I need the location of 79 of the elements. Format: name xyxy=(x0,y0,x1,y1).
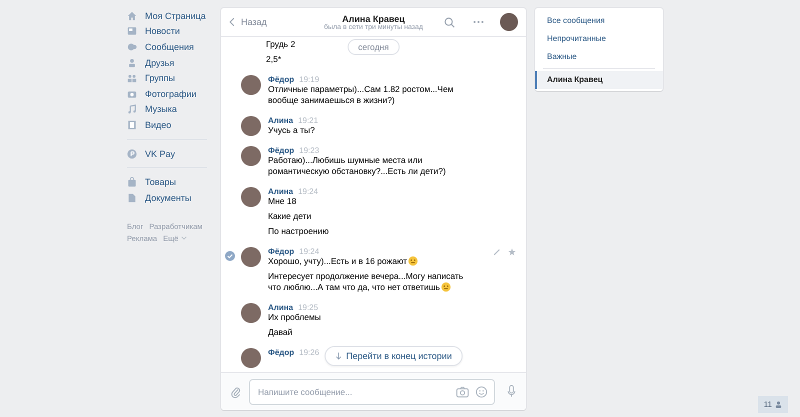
avatar[interactable] xyxy=(241,303,261,323)
message-text: Работаю)...Любишь шумные места или романтическую обстановку?...Есть ли дети?) xyxy=(268,155,447,177)
message-text: Хорошо, учту)...Есть и в 16 рожают xyxy=(268,256,418,267)
message-text: 2,5* xyxy=(266,54,282,65)
message-time: 19:23 xyxy=(299,146,320,154)
smiley-icon[interactable] xyxy=(475,386,488,398)
nav-item[interactable]: Друзья xyxy=(127,54,212,70)
nav-item[interactable]: Документы xyxy=(127,190,212,206)
message-time: 19:25 xyxy=(298,302,318,312)
sender-name[interactable]: Фёдор xyxy=(268,246,294,256)
sender-name[interactable]: Фёдор xyxy=(268,74,294,84)
message-time: 19:24 xyxy=(298,186,318,196)
more-icon[interactable] xyxy=(473,20,484,24)
sender-name[interactable]: Алина xyxy=(268,186,294,196)
nav-item[interactable]: Моя Страница xyxy=(127,8,212,24)
film-icon xyxy=(127,120,137,130)
message-text: По настроению xyxy=(268,226,329,237)
avatar[interactable] xyxy=(500,13,518,31)
avatar[interactable] xyxy=(241,116,261,136)
person-icon xyxy=(127,58,137,68)
paperclip-icon[interactable] xyxy=(231,384,241,398)
online-friends-button[interactable]: 11 xyxy=(758,396,788,413)
message-field[interactable]: Напишите сообщение... xyxy=(249,378,495,404)
down-arrow-icon xyxy=(335,352,342,360)
chat-icon xyxy=(127,42,137,52)
newspaper-icon xyxy=(127,26,137,36)
nav-item[interactable]: VK Pay xyxy=(127,146,212,162)
caret-icon xyxy=(181,236,188,240)
filter-tab[interactable]: Важные xyxy=(535,48,663,66)
pay-icon xyxy=(127,148,137,159)
message-time: 19:24 xyxy=(299,246,320,256)
nav-item[interactable]: Музыка xyxy=(127,102,212,118)
microphone-icon[interactable] xyxy=(507,384,516,399)
pencil-icon[interactable] xyxy=(493,248,501,256)
message-text: Какие дети xyxy=(268,211,312,222)
back-button[interactable]: Назад xyxy=(229,17,309,27)
person-icon xyxy=(775,401,782,408)
date-divider[interactable]: сегодня xyxy=(347,39,400,55)
nav-item[interactable]: Новости xyxy=(127,24,212,40)
message-text: Давай xyxy=(268,327,292,338)
avatar[interactable] xyxy=(241,348,261,368)
message-text: Учусь а ты? xyxy=(268,125,315,136)
nav-item[interactable]: Видео xyxy=(127,117,212,133)
home-icon xyxy=(127,10,137,21)
avatar[interactable] xyxy=(241,247,261,267)
message-time: 19:19 xyxy=(299,74,320,84)
sender-name[interactable]: Алина xyxy=(268,116,294,124)
check-icon[interactable] xyxy=(225,251,235,261)
message-text: Грудь 2 xyxy=(266,39,296,50)
filter-tab[interactable]: Все сообщения xyxy=(535,12,663,30)
scroll-to-bottom-button[interactable]: Перейти в конец истории xyxy=(324,346,463,366)
people-icon xyxy=(127,73,137,84)
nav-item[interactable]: Сообщения xyxy=(127,39,212,55)
star-icon[interactable] xyxy=(508,248,516,256)
sender-name[interactable]: Фёдор xyxy=(268,146,294,154)
music-note-icon xyxy=(127,104,137,114)
message-time: 19:26 xyxy=(299,348,320,356)
shopping-bag-icon xyxy=(127,177,137,188)
message-text: Интересует продолжение вечера...Могу написать что люблю...А там что да, что нет ответишь xyxy=(268,271,464,293)
message-time: 19:21 xyxy=(298,116,318,124)
document-icon xyxy=(127,192,137,203)
avatar[interactable] xyxy=(241,75,261,95)
camera-icon[interactable] xyxy=(456,386,469,398)
message-text: Отличные параметры)...Сам 1.82 ростом...Чем вообще занимаешься в жизни?) xyxy=(268,84,455,106)
sender-name[interactable]: Фёдор xyxy=(268,348,294,356)
chevron-left-icon xyxy=(229,17,235,27)
sender-name[interactable]: Алина xyxy=(268,302,294,312)
message-text: Мне 18 xyxy=(268,196,296,207)
avatar[interactable] xyxy=(241,187,261,207)
chat-title: Алина Кравец xyxy=(342,14,405,24)
filter-tab[interactable]: Непрочитанные xyxy=(535,30,663,48)
message-text: Их проблемы xyxy=(268,312,321,323)
avatar[interactable] xyxy=(241,146,261,166)
search-icon[interactable] xyxy=(444,16,455,28)
conversation-tab[interactable]: Алина Кравец xyxy=(535,71,663,89)
nav-item[interactable]: Группы xyxy=(127,70,212,86)
camera-icon xyxy=(127,88,137,99)
nav-item[interactable]: Фотографии xyxy=(127,86,212,102)
nav-item[interactable]: Товары xyxy=(127,174,212,190)
